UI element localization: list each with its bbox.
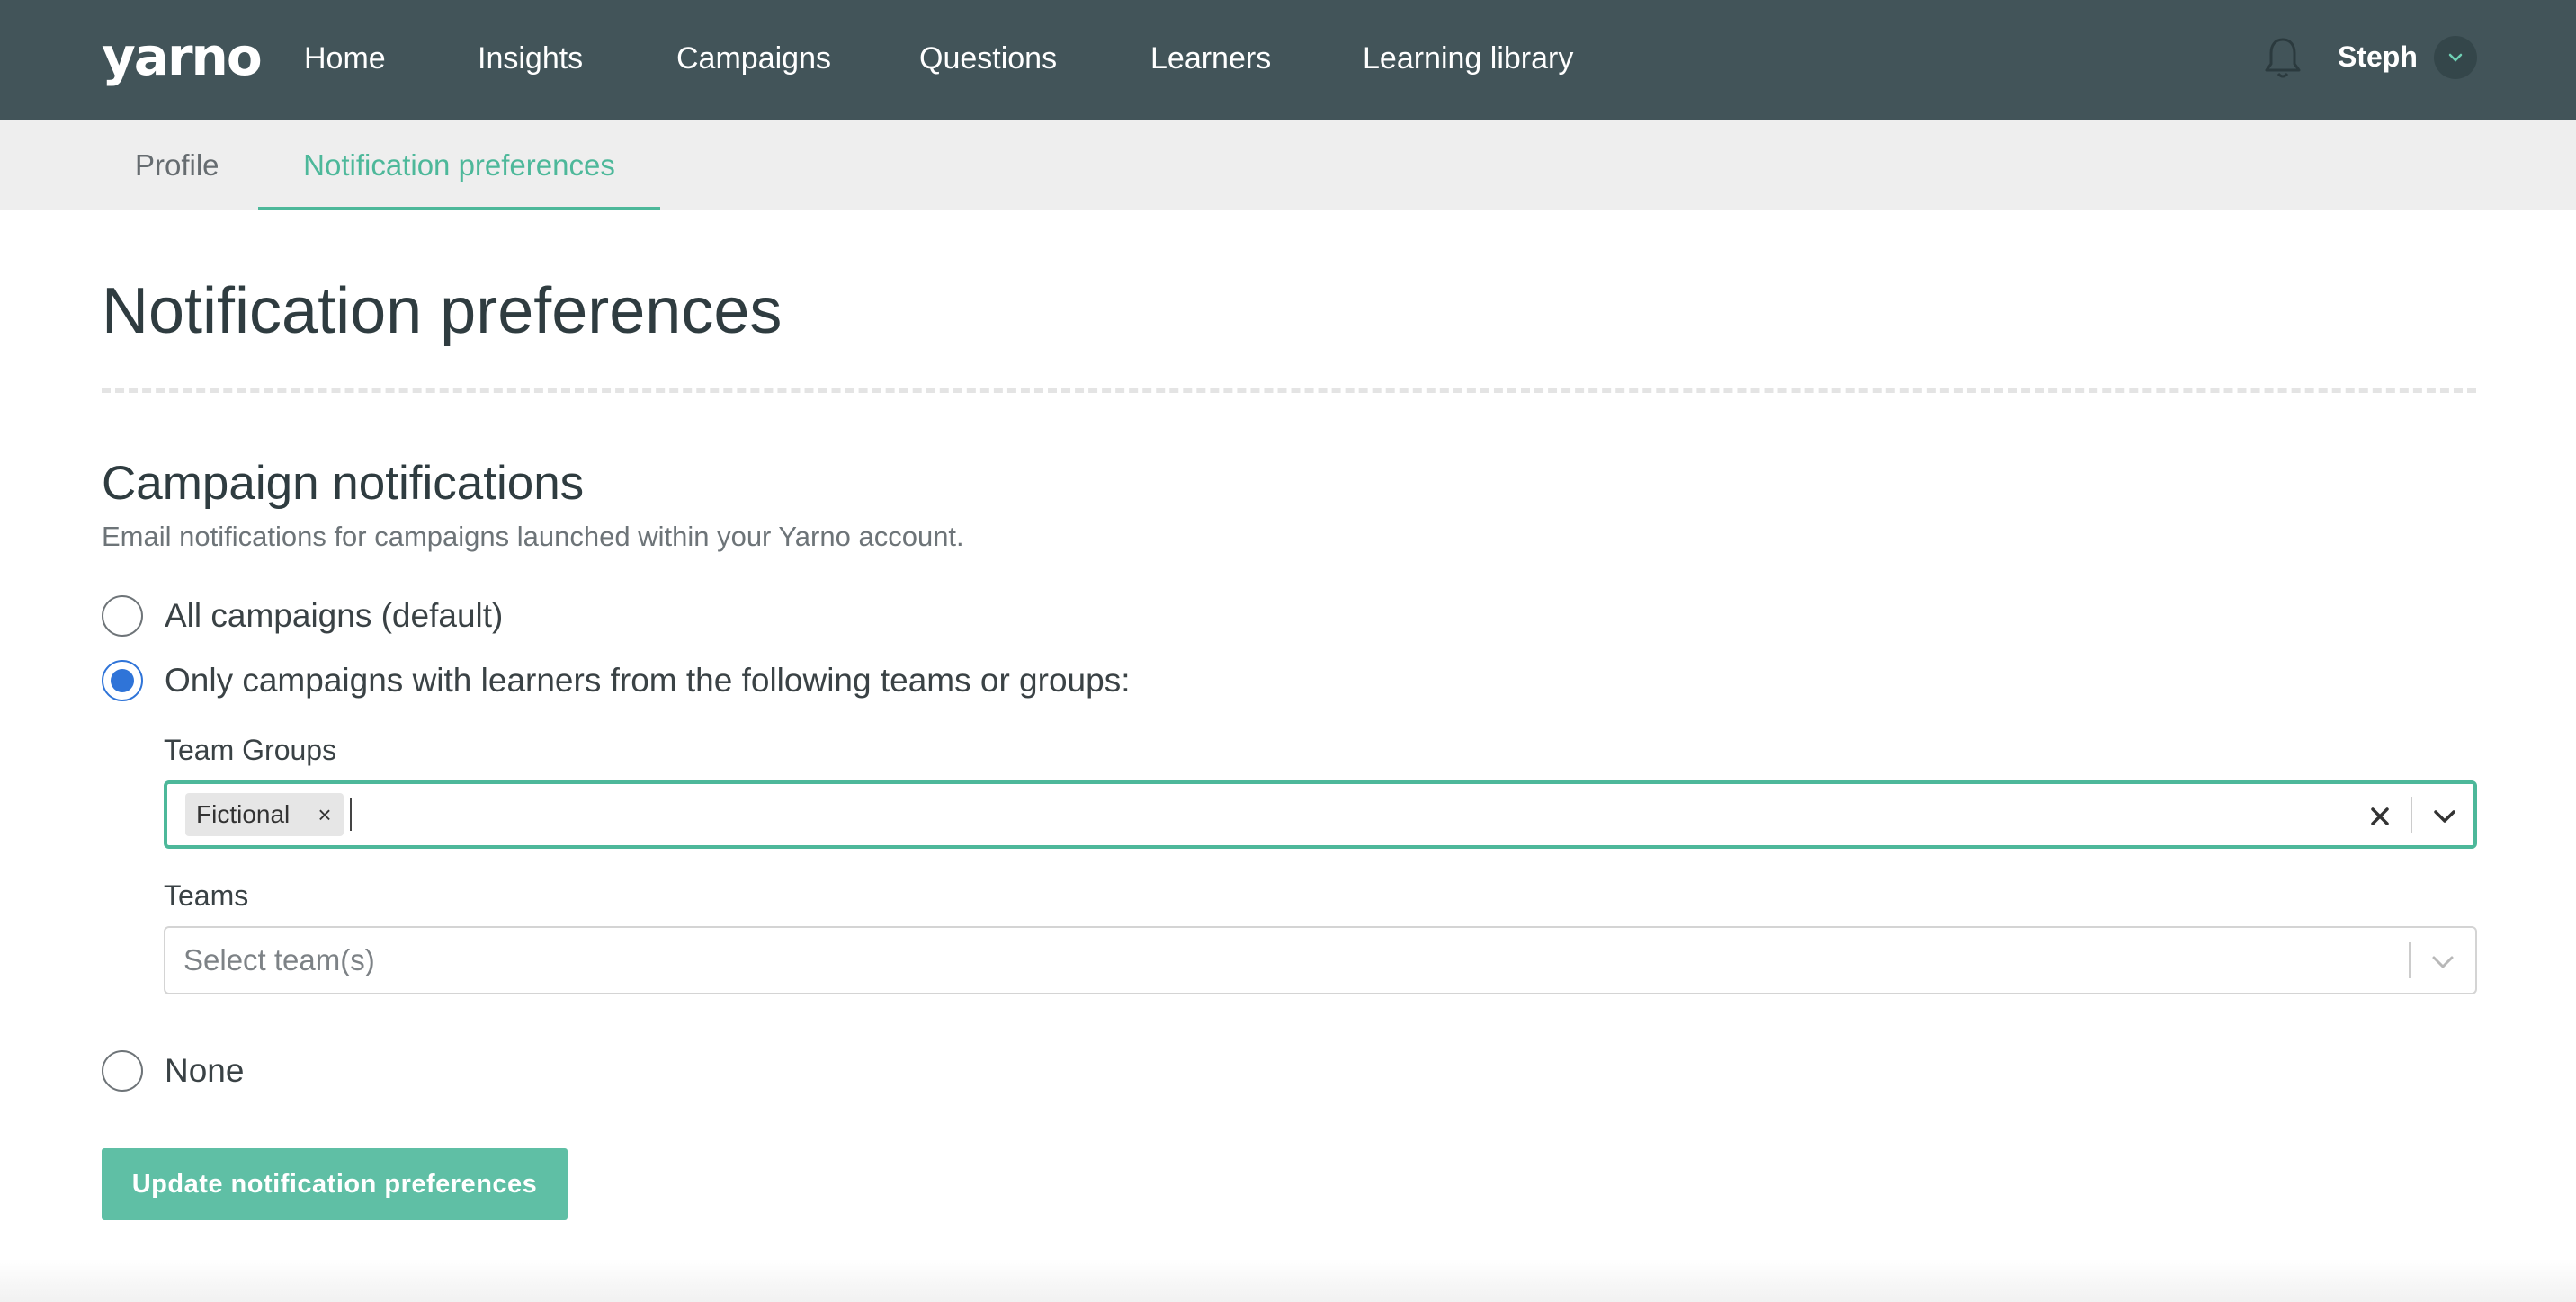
sub-nav: Profile Notification preferences <box>0 120 2576 210</box>
radio-label: All campaigns (default) <box>165 597 504 634</box>
divider <box>102 388 2476 393</box>
nav-item-campaigns[interactable]: Campaigns <box>676 36 831 81</box>
team-groups-select[interactable]: Fictional × <box>164 780 2477 849</box>
footer-shadow <box>0 1259 2576 1302</box>
chevron-down-icon[interactable] <box>2425 944 2461 980</box>
radio-only-selected-teams[interactable]: Only campaigns with learners from the fo… <box>102 660 1271 705</box>
radio-label: Only campaigns with learners from the fo… <box>165 662 1131 699</box>
select-separator <box>2411 797 2412 833</box>
radio-none[interactable]: None <box>102 1050 371 1095</box>
section-description: Email notifications for campaigns launch… <box>102 521 964 552</box>
chip-label: Fictional <box>196 800 291 828</box>
teams-placeholder: Select team(s) <box>183 943 375 976</box>
nav-item-insights[interactable]: Insights <box>478 36 583 81</box>
tab-profile[interactable]: Profile <box>135 120 219 210</box>
radio-button[interactable] <box>102 1050 143 1092</box>
nav-item-home[interactable]: Home <box>304 36 386 81</box>
yarno-logo[interactable]: yarno <box>102 23 263 90</box>
select-separator <box>2409 942 2411 978</box>
chevron-down-icon <box>2448 53 2463 62</box>
bell-icon[interactable] <box>2263 36 2303 81</box>
user-name[interactable]: Steph <box>2338 34 2418 79</box>
page-title: Notification preferences <box>102 275 783 347</box>
user-menu-button[interactable] <box>2434 36 2477 79</box>
selected-chip: Fictional × <box>185 793 344 836</box>
team-groups-label: Team Groups <box>164 734 337 766</box>
radio-label: None <box>165 1052 245 1089</box>
teams-label: Teams <box>164 879 249 912</box>
tab-notification-preferences[interactable]: Notification preferences <box>258 120 660 210</box>
nav-item-learners[interactable]: Learners <box>1150 36 1271 81</box>
radio-button[interactable] <box>102 660 143 701</box>
chevron-down-icon[interactable] <box>2427 798 2463 834</box>
section-title: Campaign notifications <box>102 457 585 510</box>
clear-icon[interactable] <box>2362 798 2398 834</box>
teams-select[interactable]: Select team(s) <box>164 926 2477 994</box>
radio-all-campaigns[interactable]: All campaigns (default) <box>102 595 641 640</box>
nav-item-learning-library[interactable]: Learning library <box>1363 36 1573 81</box>
nav-item-questions[interactable]: Questions <box>919 36 1057 81</box>
text-caret <box>350 798 352 831</box>
top-nav: yarno Home Insights Campaigns Questions … <box>0 0 2576 120</box>
radio-button[interactable] <box>102 595 143 637</box>
update-preferences-button[interactable]: Update notification preferences <box>102 1148 568 1220</box>
chip-remove-icon[interactable]: × <box>309 793 340 836</box>
